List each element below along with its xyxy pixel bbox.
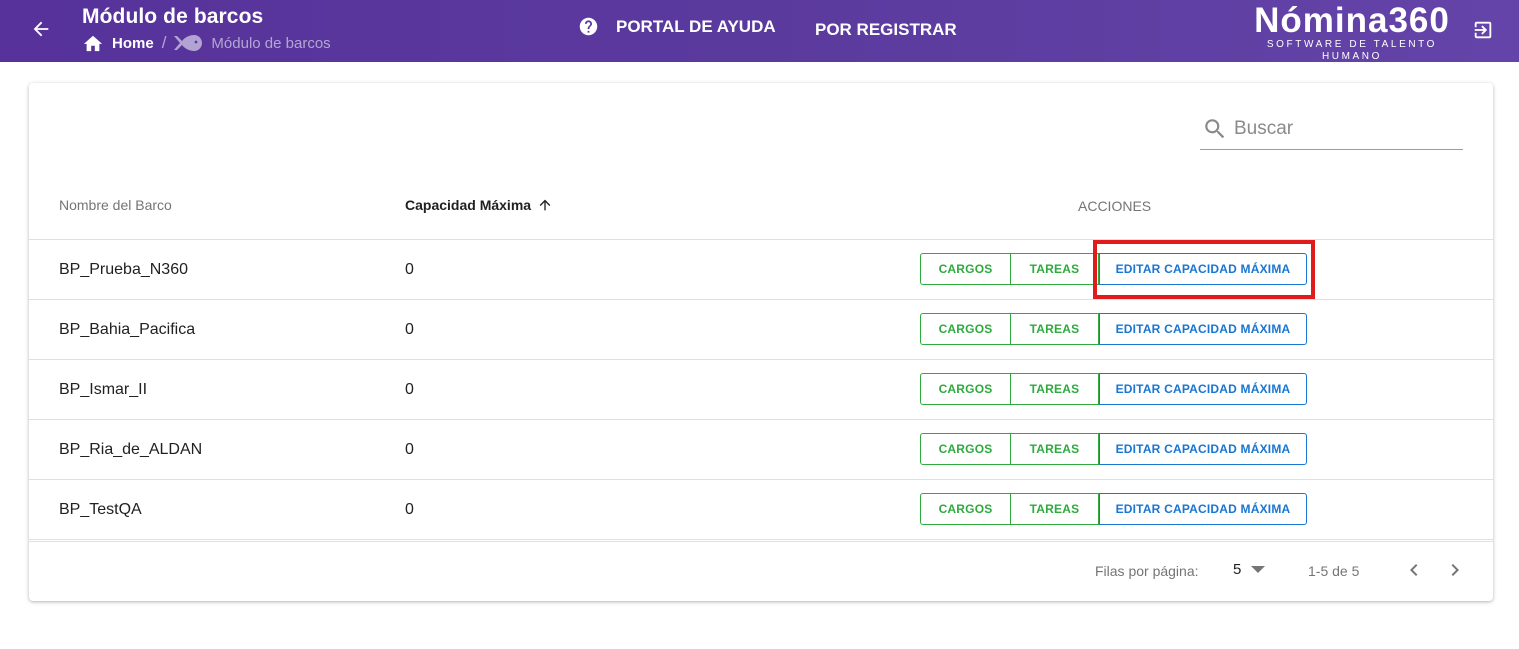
boat-name: BP_TestQA [59, 501, 142, 518]
help-portal-link[interactable]: PORTAL DE AYUDA [578, 16, 776, 37]
edit-capacity-button[interactable]: EDITAR CAPACIDAD MÁXIMA [1099, 313, 1307, 345]
chevron-left-icon [1410, 564, 1418, 576]
boat-name: BP_Ismar_II [59, 381, 148, 398]
column-header-name[interactable]: Nombre del Barco [59, 197, 172, 213]
table-row: BP_Prueba_N360 0 CARGOS TAREAS EDITAR CA… [29, 240, 1493, 300]
rows-per-page-value: 5 [1233, 561, 1242, 578]
row-actions: CARGOS TAREAS EDITAR CAPACIDAD MÁXIMA [920, 253, 1307, 285]
next-page-button[interactable] [1443, 558, 1467, 582]
edit-capacity-button[interactable]: EDITAR CAPACIDAD MÁXIMA [1099, 253, 1307, 285]
title-block: Módulo de barcos Home / Módulo de barcos [82, 4, 331, 54]
edit-capacity-button[interactable]: EDITAR CAPACIDAD MÁXIMA [1099, 433, 1307, 465]
cargos-button[interactable]: CARGOS [920, 253, 1011, 285]
brand-logo: Nómina360 SOFTWARE DE TALENTO HUMANO [1238, 2, 1466, 63]
search-input[interactable] [1234, 118, 1454, 140]
breadcrumb-current: Módulo de barcos [174, 34, 331, 52]
boat-name: BP_Ria_de_ALDAN [59, 441, 203, 458]
search-icon [1205, 119, 1225, 139]
row-actions: CARGOS TAREAS EDITAR CAPACIDAD MÁXIMA [920, 493, 1307, 525]
breadcrumb-home[interactable]: Home [82, 33, 154, 53]
help-portal-label: PORTAL DE AYUDA [616, 16, 776, 36]
boat-capacity: 0 [405, 441, 414, 458]
tareas-button[interactable]: TAREAS [1011, 433, 1099, 465]
table-row: BP_Bahia_Pacifica 0 CARGOS TAREAS EDITAR… [29, 300, 1493, 360]
cargos-button[interactable]: CARGOS [920, 313, 1011, 345]
search-box [1200, 109, 1463, 150]
row-actions: CARGOS TAREAS EDITAR CAPACIDAD MÁXIMA [920, 373, 1307, 405]
back-button[interactable] [26, 14, 56, 44]
chevron-right-icon [1451, 564, 1459, 576]
caret-down-icon [1251, 565, 1266, 573]
fish-icon [174, 35, 203, 51]
rows-per-page-select[interactable]: 5 [1233, 561, 1266, 578]
tareas-button[interactable]: TAREAS [1011, 313, 1099, 345]
table-pagination: Filas por página: 5 1-5 de 5 [29, 541, 1493, 601]
arrow-up-icon [539, 199, 551, 211]
home-icon [83, 35, 103, 52]
boats-table: Nombre del Barco Capacidad Máxima ACCION… [29, 173, 1493, 540]
breadcrumb-current-label: Módulo de barcos [211, 34, 331, 52]
tareas-button[interactable]: TAREAS [1011, 253, 1099, 285]
logout-icon [1474, 21, 1492, 39]
row-actions: CARGOS TAREAS EDITAR CAPACIDAD MÁXIMA [920, 313, 1307, 345]
rows-per-page-label: Filas por página: [1095, 563, 1199, 579]
boat-name: BP_Bahia_Pacifica [59, 321, 196, 338]
boat-capacity: 0 [405, 501, 414, 518]
brand-name: Nómina360 [1254, 1, 1450, 40]
cargos-button[interactable]: CARGOS [920, 493, 1011, 525]
breadcrumb: Home / Módulo de barcos [82, 32, 331, 54]
edit-capacity-button[interactable]: EDITAR CAPACIDAD MÁXIMA [1099, 493, 1307, 525]
cargos-button[interactable]: CARGOS [920, 433, 1011, 465]
logout-button[interactable] [1470, 17, 1496, 43]
brand-tagline: SOFTWARE DE TALENTO HUMANO [1266, 39, 1438, 62]
breadcrumb-separator: / [161, 33, 167, 52]
pagination-range: 1-5 de 5 [1308, 563, 1360, 579]
table-row: BP_TestQA 0 CARGOS TAREAS EDITAR CAPACID… [29, 480, 1493, 540]
breadcrumb-home-label: Home [112, 34, 154, 52]
table-row: BP_Ria_de_ALDAN 0 CARGOS TAREAS EDITAR C… [29, 420, 1493, 480]
boats-card: Nombre del Barco Capacidad Máxima ACCION… [29, 83, 1493, 601]
column-header-capacity-label: Capacidad Máxima [405, 197, 532, 213]
arrow-left-icon [33, 21, 49, 37]
previous-page-button[interactable] [1402, 558, 1426, 582]
tareas-button[interactable]: TAREAS [1011, 493, 1099, 525]
boat-capacity: 0 [405, 321, 414, 338]
boat-capacity: 0 [405, 381, 414, 398]
help-circle-icon [579, 17, 598, 36]
boat-capacity: 0 [405, 261, 414, 278]
boat-name: BP_Prueba_N360 [59, 261, 188, 278]
column-header-capacity[interactable]: Capacidad Máxima [405, 197, 553, 213]
pending-register-link[interactable]: POR REGISTRAR [815, 20, 957, 40]
table-row: BP_Ismar_II 0 CARGOS TAREAS EDITAR CAPAC… [29, 360, 1493, 420]
cargos-button[interactable]: CARGOS [920, 373, 1011, 405]
top-app-bar: Módulo de barcos Home / Módulo de barcos… [0, 0, 1519, 62]
row-actions: CARGOS TAREAS EDITAR CAPACIDAD MÁXIMA [920, 433, 1307, 465]
column-header-actions: ACCIONES [1078, 198, 1152, 214]
page-title: Módulo de barcos [82, 5, 264, 28]
edit-capacity-button[interactable]: EDITAR CAPACIDAD MÁXIMA [1099, 373, 1307, 405]
table-header: Nombre del Barco Capacidad Máxima ACCION… [29, 173, 1493, 240]
tareas-button[interactable]: TAREAS [1011, 373, 1099, 405]
